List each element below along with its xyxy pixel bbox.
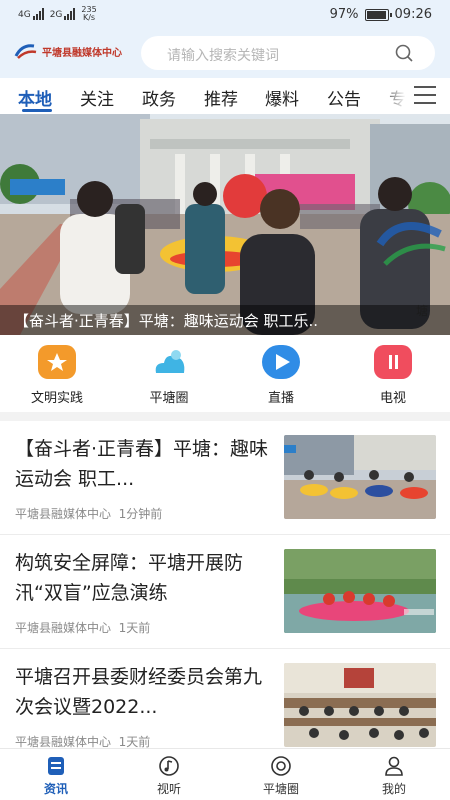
channel-tabs: 本地 关注 政务 推荐 爆料 公告 专 xyxy=(0,78,450,114)
news-title: 平塘召开县委财经委员会第九次会议暨2022... xyxy=(15,666,263,718)
nav-label: 资讯 xyxy=(43,782,68,796)
news-meta: 平塘县融媒体中心 1天前 xyxy=(15,619,150,636)
quick-link-label: 直播 xyxy=(267,391,294,406)
battery-percent: 97% xyxy=(329,7,359,22)
battery-icon xyxy=(364,8,392,21)
app-logo[interactable]: 平塘县融媒体中心 xyxy=(14,42,122,60)
news-thumbnail xyxy=(284,663,436,747)
status-bar: 4G 2G 235 K/s 97% 09:26 xyxy=(0,0,450,30)
news-time: 1天前 xyxy=(118,621,151,635)
quick-link-civilization[interactable]: 文明实践 xyxy=(12,345,102,406)
nav-label: 视听 xyxy=(156,782,181,796)
signal-strength-icon: 4G xyxy=(18,8,44,20)
search-icon[interactable] xyxy=(395,44,413,62)
news-item[interactable]: 构筑安全屏障：平塘开展防汛“双盲”应急演练 平塘县融媒体中心 1天前 xyxy=(0,535,450,649)
clock: 09:26 xyxy=(394,7,432,22)
star-box-icon xyxy=(38,345,76,379)
tab-recommend[interactable]: 推荐 xyxy=(204,85,238,110)
channel-menu-icon[interactable] xyxy=(412,86,436,106)
news-meta: 平塘县融媒体中心 1分钟前 xyxy=(15,505,162,522)
search-placeholder: 请输入搜索关键词 xyxy=(167,48,279,64)
tab-government[interactable]: 政务 xyxy=(142,85,176,110)
quick-link-live[interactable]: 直播 xyxy=(236,345,326,406)
banner-caption: 【奋斗者·正青春】平塘：趣味运动会 职工乐.. xyxy=(0,305,450,335)
news-source: 平塘县融媒体中心 xyxy=(15,621,112,635)
active-tab-indicator xyxy=(22,109,52,112)
news-time: 1天前 xyxy=(118,735,151,749)
quick-link-circle[interactable]: 平塘圈 xyxy=(124,345,214,406)
news-icon xyxy=(48,757,64,775)
circle-icon xyxy=(271,756,291,776)
search-bar[interactable]: 请输入搜索关键词 xyxy=(141,36,435,70)
quick-link-label: 平塘圈 xyxy=(149,391,189,406)
music-icon xyxy=(159,756,179,776)
logo-text: 平塘县融媒体中心 xyxy=(42,47,122,59)
cloud-icon xyxy=(150,345,188,379)
section-divider xyxy=(0,412,450,421)
nav-label: 我的 xyxy=(381,782,406,796)
tab-tips[interactable]: 爆料 xyxy=(265,85,299,110)
nav-label: 平塘圈 xyxy=(262,782,299,796)
network-speed: 235 K/s xyxy=(81,6,96,22)
news-source: 平塘县融媒体中心 xyxy=(15,507,112,521)
nav-audio-video[interactable]: 视听 xyxy=(134,755,204,797)
news-title: 构筑安全屏障：平塘开展防汛“双盲”应急演练 xyxy=(15,552,244,604)
news-source: 平塘县融媒体中心 xyxy=(15,735,112,749)
news-thumbnail xyxy=(284,549,436,633)
quick-links: 文明实践 平塘圈 直播 电视 xyxy=(0,335,450,412)
profile-icon xyxy=(385,756,403,776)
news-thumbnail xyxy=(284,435,436,519)
signal-strength-icon-2: 2G xyxy=(50,8,76,20)
headline-banner[interactable]: 塘 【奋斗者·正青春】平塘：趣味运动会 职工乐.. xyxy=(0,114,450,335)
tv-icon xyxy=(374,345,412,379)
speed-unit: K/s xyxy=(82,13,96,22)
news-time: 1分钟前 xyxy=(118,507,163,521)
bottom-navigation: 资讯 视听 平塘圈 我的 xyxy=(0,748,450,800)
play-icon xyxy=(262,345,300,379)
nav-news[interactable]: 资讯 xyxy=(21,755,91,797)
quick-link-tv[interactable]: 电视 xyxy=(348,345,438,406)
news-item[interactable]: 【奋斗者·正青春】平塘：趣味运动会 职工... 平塘县融媒体中心 1分钟前 xyxy=(0,421,450,535)
news-item[interactable]: 平塘召开县委财经委员会第九次会议暨2022... 平塘县融媒体中心 1天前 xyxy=(0,649,450,749)
news-title: 【奋斗者·正青春】平塘：趣味运动会 职工... xyxy=(15,438,269,490)
network-type-label-2: 2G xyxy=(49,10,63,20)
tab-fade xyxy=(378,78,406,114)
nav-profile[interactable]: 我的 xyxy=(359,755,429,797)
network-type-label: 4G xyxy=(18,10,31,20)
quick-link-label: 电视 xyxy=(379,391,406,406)
tab-follow[interactable]: 关注 xyxy=(80,85,114,110)
tab-local[interactable]: 本地 xyxy=(18,85,52,110)
logo-icon xyxy=(14,44,37,59)
tab-notice[interactable]: 公告 xyxy=(327,85,361,110)
nav-pingtang-circle[interactable]: 平塘圈 xyxy=(246,755,316,797)
app-header: 平塘县融媒体中心 请输入搜索关键词 xyxy=(0,30,450,78)
banner-image xyxy=(0,114,450,335)
quick-link-label: 文明实践 xyxy=(30,391,83,406)
